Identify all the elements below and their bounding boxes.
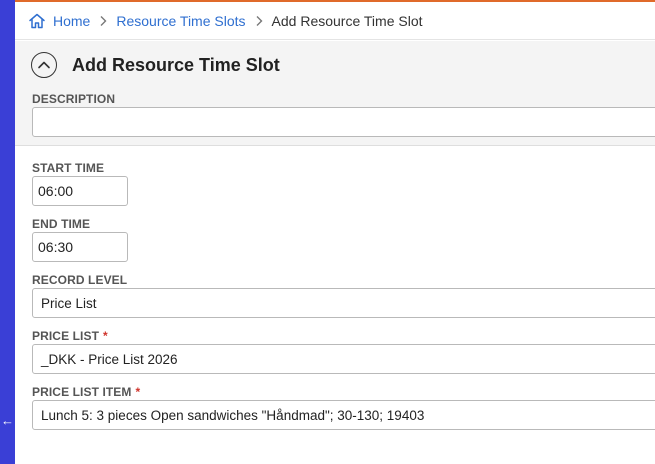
required-marker: *: [103, 329, 108, 343]
required-marker: *: [135, 385, 141, 399]
chevron-right-icon: [99, 15, 107, 27]
left-rail: ←: [0, 0, 15, 464]
price-list-item-value: Lunch 5: 3 pieces Open sandwiches "Håndm…: [41, 407, 425, 423]
breadcrumb-home-link[interactable]: Home: [53, 13, 90, 29]
price-list-label-text: PRICE LIST: [32, 329, 100, 343]
price-list-item-label: PRICE LIST ITEM *: [32, 385, 140, 399]
record-level-label: RECORD LEVEL: [32, 273, 128, 287]
price-list-value: _DKK - Price List 2026: [41, 351, 178, 367]
price-list-select[interactable]: _DKK - Price List 2026: [32, 344, 655, 374]
price-list-item-select[interactable]: Lunch 5: 3 pieces Open sandwiches "Håndm…: [32, 400, 655, 430]
breadcrumb: Home Resource Time Slots Add Resource Ti…: [15, 2, 655, 40]
price-list-label: PRICE LIST *: [32, 329, 108, 343]
breadcrumb-current: Add Resource Time Slot: [271, 12, 423, 29]
breadcrumb-section-link[interactable]: Resource Time Slots: [116, 13, 245, 29]
page-title: Add Resource Time Slot: [72, 55, 280, 75]
chevron-up-circle-icon[interactable]: [31, 52, 57, 78]
description-input[interactable]: [32, 107, 655, 137]
start-time-label: START TIME: [32, 161, 105, 175]
end-time-input[interactable]: [32, 232, 128, 262]
chevron-right-icon: [255, 15, 263, 27]
app-window: ← Home Resource Time Slots Add Resource …: [0, 0, 655, 464]
arrow-left-icon[interactable]: ←: [0, 412, 15, 428]
end-time-label: END TIME: [32, 217, 91, 231]
record-level-select[interactable]: Price List: [32, 288, 655, 318]
description-label: DESCRIPTION: [32, 92, 116, 106]
home-icon[interactable]: [28, 12, 46, 30]
price-list-item-label-text: PRICE LIST ITEM: [32, 385, 132, 399]
start-time-input[interactable]: [32, 176, 128, 206]
record-level-value: Price List: [41, 295, 97, 311]
